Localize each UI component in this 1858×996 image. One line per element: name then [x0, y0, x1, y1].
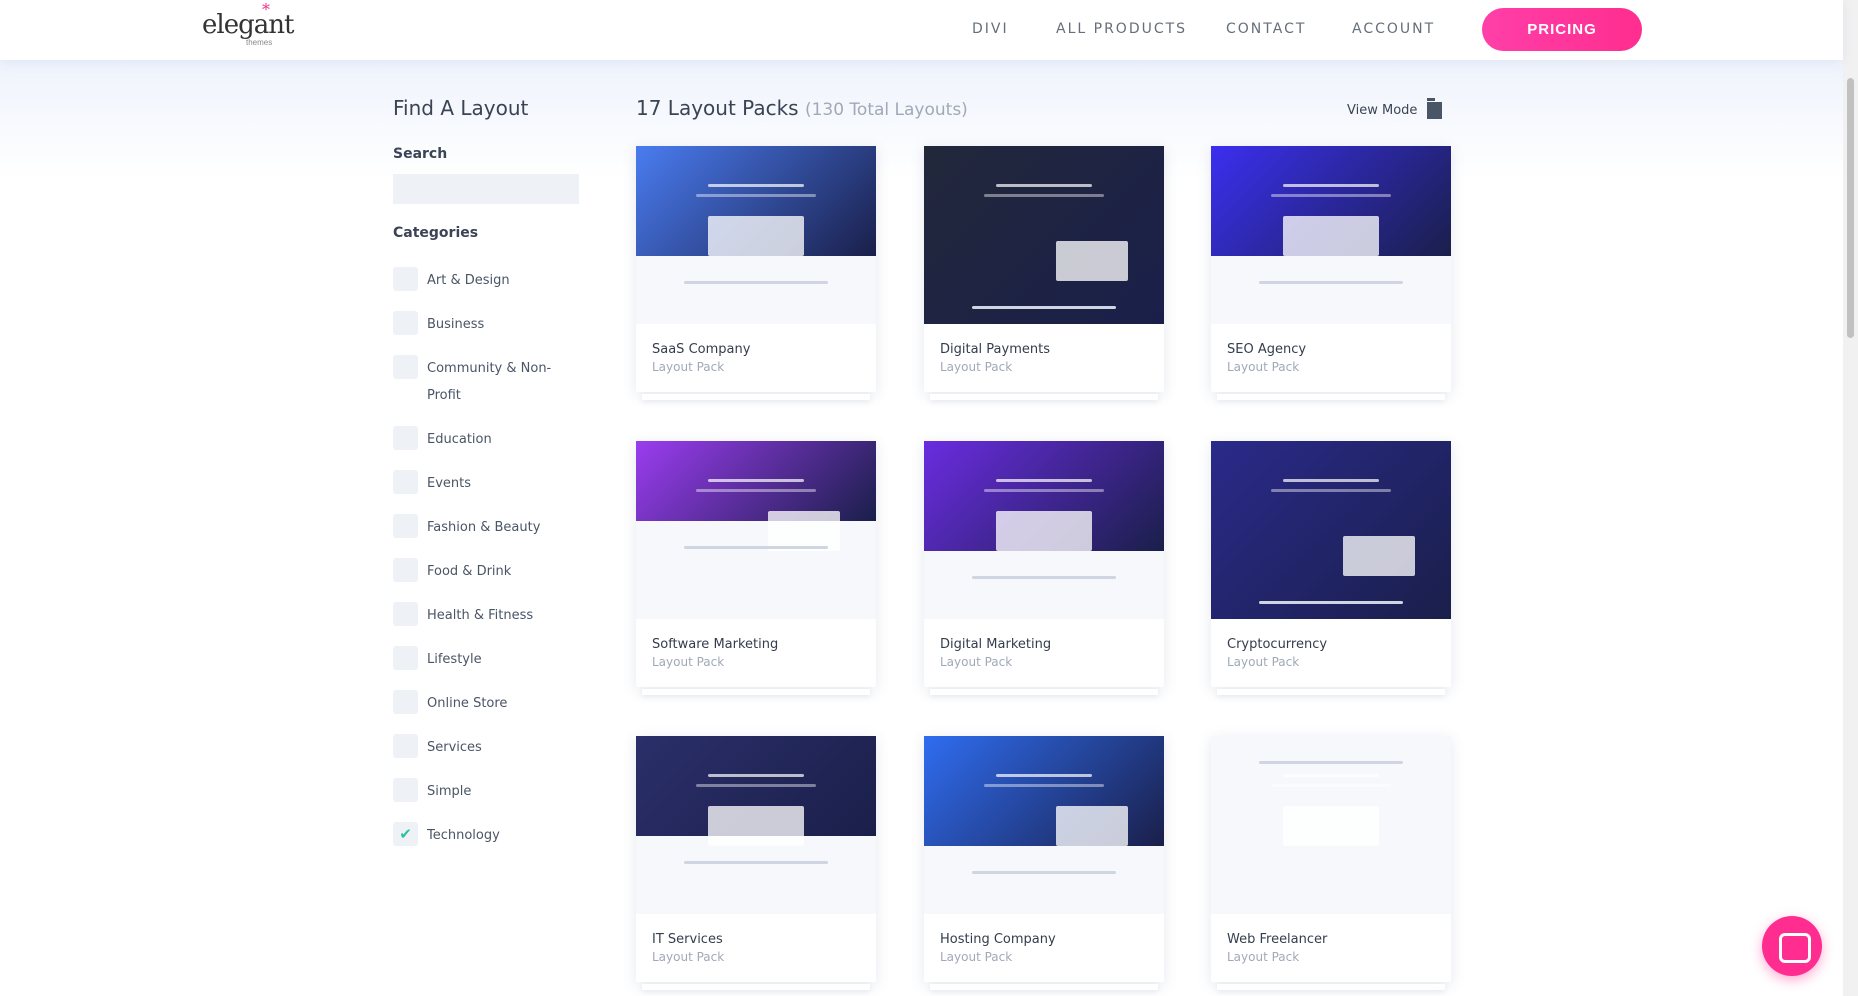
total-layouts: (130 Total Layouts) — [804, 100, 968, 120]
category-checkbox[interactable] — [393, 514, 418, 538]
sidebar-title: Find A Layout — [393, 96, 529, 120]
category-health-fitness[interactable]: Health & Fitness — [393, 602, 557, 629]
category-fashion-beauty[interactable]: Fashion & Beauty — [393, 514, 557, 541]
pricing-button[interactable]: PRICING — [1482, 8, 1642, 51]
category-lifestyle[interactable]: Lifestyle — [393, 646, 557, 673]
category-label: Events — [427, 476, 472, 491]
card-subtitle: Layout Pack — [940, 360, 1013, 374]
category-business[interactable]: Business — [393, 311, 557, 338]
layout-pack-card[interactable]: Software Marketing Layout Pack — [636, 441, 876, 695]
card-subtitle: Layout Pack — [652, 950, 725, 964]
layout-thumbnail — [636, 146, 876, 324]
category-checkbox[interactable]: ✔ — [393, 822, 418, 846]
category-events[interactable]: Events — [393, 470, 557, 497]
category-food-drink[interactable]: Food & Drink — [393, 558, 557, 585]
chat-button[interactable] — [1762, 916, 1822, 976]
header-backdrop — [0, 60, 1843, 180]
card-subtitle: Layout Pack — [652, 655, 725, 669]
view-mode-label: View Mode — [1347, 103, 1418, 118]
category-label: Lifestyle — [427, 652, 482, 667]
category-label: Food & Drink — [427, 564, 512, 579]
category-label: Education — [427, 432, 492, 447]
card-title[interactable]: SEO Agency — [1227, 342, 1306, 357]
nav-account[interactable]: ACCOUNT — [1352, 21, 1435, 37]
grid-view-icon[interactable] — [1427, 98, 1443, 119]
layout-thumbnail — [1211, 441, 1451, 619]
category-label: Health & Fitness — [427, 608, 534, 623]
category-education[interactable]: Education — [393, 426, 557, 453]
layout-thumbnail — [636, 736, 876, 914]
category-checkbox[interactable] — [393, 311, 418, 335]
view-mode-toggle[interactable]: View Mode — [1347, 98, 1443, 119]
pack-count: 17 Layout Packs — [636, 96, 799, 120]
category-community-non-profit[interactable]: Community & Non-Profit — [393, 355, 557, 409]
category-label: Services — [427, 740, 482, 755]
category-checkbox[interactable] — [393, 470, 418, 494]
card-title[interactable]: IT Services — [652, 932, 723, 947]
card-title[interactable]: Digital Marketing — [940, 637, 1051, 652]
card-title[interactable]: Web Freelancer — [1227, 932, 1327, 947]
category-checkbox[interactable] — [393, 558, 418, 582]
layout-thumbnail — [1211, 736, 1451, 914]
layout-pack-card[interactable]: SaaS Company Layout Pack — [636, 146, 876, 400]
category-checkbox[interactable] — [393, 602, 418, 626]
asterisk-icon: * — [262, 0, 270, 19]
page-title: 17 Layout Packs (130 Total Layouts) — [636, 96, 968, 120]
elegant-themes-logo[interactable]: elegant * themes — [202, 0, 294, 47]
category-services[interactable]: Services — [393, 734, 557, 761]
card-subtitle: Layout Pack — [652, 360, 725, 374]
card-title[interactable]: Software Marketing — [652, 637, 778, 652]
checkmark-icon: ✔ — [399, 825, 412, 843]
layout-thumbnail — [924, 441, 1164, 619]
category-checkbox[interactable] — [393, 426, 418, 450]
category-checkbox[interactable] — [393, 734, 418, 758]
categories-label: Categories — [393, 225, 479, 241]
category-checkbox[interactable] — [393, 646, 418, 670]
site-header: elegant * themes DIVI ALL PRODUCTS CONTACT… — [0, 0, 1843, 60]
category-label: Technology — [427, 828, 500, 843]
nav-contact[interactable]: CONTACT — [1226, 21, 1306, 37]
card-subtitle: Layout Pack — [940, 655, 1013, 669]
scrollbar-thumb[interactable] — [1847, 78, 1854, 338]
category-technology[interactable]: ✔ Technology — [393, 822, 557, 849]
category-label: Community & Non-Profit — [427, 361, 552, 403]
nav-all-products[interactable]: ALL PRODUCTS — [1056, 21, 1187, 37]
layout-pack-card[interactable]: Digital Payments Layout Pack — [924, 146, 1164, 400]
category-checkbox[interactable] — [393, 267, 418, 291]
card-title[interactable]: Hosting Company — [940, 932, 1056, 947]
card-title[interactable]: Digital Payments — [940, 342, 1050, 357]
category-label: Fashion & Beauty — [427, 520, 541, 535]
layout-thumbnail — [924, 736, 1164, 914]
nav-divi[interactable]: DIVI — [972, 21, 1009, 37]
layout-pack-card[interactable]: Web Freelancer Layout Pack — [1211, 736, 1451, 990]
category-simple[interactable]: Simple — [393, 778, 557, 805]
card-subtitle: Layout Pack — [940, 950, 1013, 964]
card-subtitle: Layout Pack — [1227, 360, 1300, 374]
category-art-design[interactable]: Art & Design — [393, 267, 557, 294]
category-label: Online Store — [427, 696, 508, 711]
card-subtitle: Layout Pack — [1227, 655, 1300, 669]
category-label: Art & Design — [427, 273, 510, 288]
category-label: Business — [427, 317, 485, 332]
layout-thumbnail — [924, 146, 1164, 324]
card-title[interactable]: SaaS Company — [652, 342, 750, 357]
search-input[interactable] — [393, 174, 579, 204]
search-label: Search — [393, 146, 448, 162]
layout-pack-card[interactable]: IT Services Layout Pack — [636, 736, 876, 990]
layout-pack-card[interactable]: Digital Marketing Layout Pack — [924, 441, 1164, 695]
category-checkbox[interactable] — [393, 778, 418, 802]
layout-thumbnail — [636, 441, 876, 619]
card-subtitle: Layout Pack — [1227, 950, 1300, 964]
layout-pack-card[interactable]: Hosting Company Layout Pack — [924, 736, 1164, 990]
layout-pack-card[interactable]: Cryptocurrency Layout Pack — [1211, 441, 1451, 695]
category-checkbox[interactable] — [393, 355, 418, 379]
card-title[interactable]: Cryptocurrency — [1227, 637, 1327, 652]
category-online-store[interactable]: Online Store — [393, 690, 557, 717]
layout-pack-card[interactable]: SEO Agency Layout Pack — [1211, 146, 1451, 400]
filter-sidebar: Find A Layout Search Categories Art & De… — [393, 96, 593, 846]
category-checkbox[interactable] — [393, 690, 418, 714]
layout-thumbnail — [1211, 146, 1451, 324]
scrollbar[interactable] — [1843, 0, 1858, 996]
category-label: Simple — [427, 784, 472, 799]
